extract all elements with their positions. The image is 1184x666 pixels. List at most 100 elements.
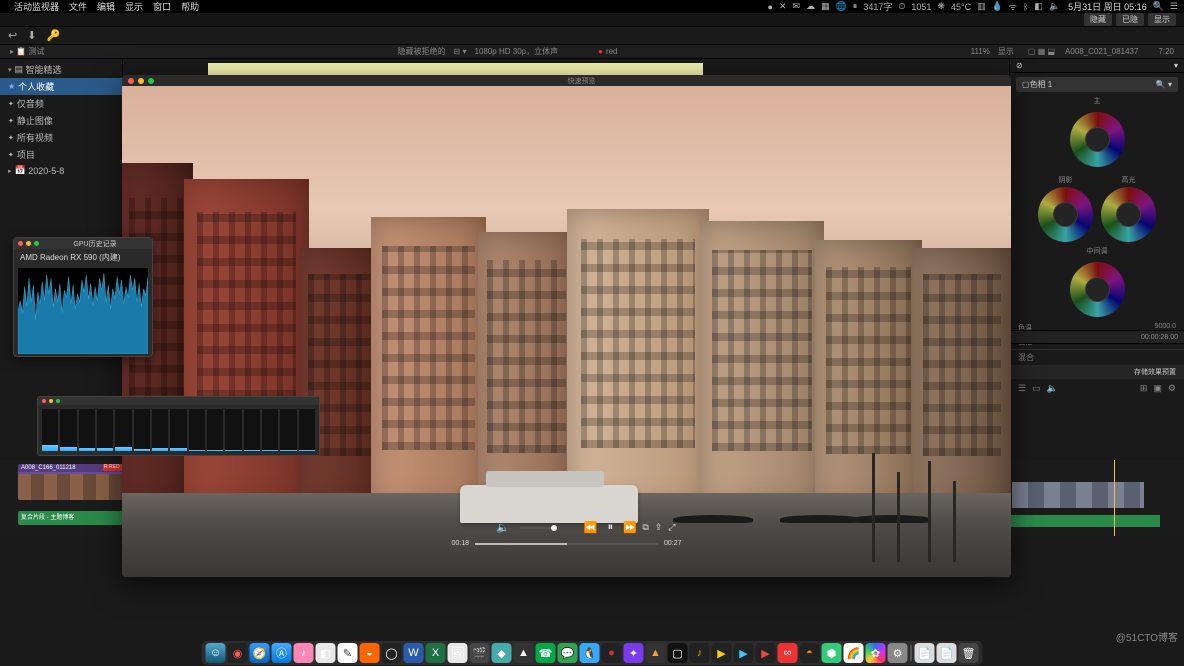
dock-settings[interactable]: ⚙: [888, 643, 908, 663]
dock-app8[interactable]: ✦: [624, 643, 644, 663]
dock-app11[interactable]: ▶: [734, 643, 754, 663]
volume-slider[interactable]: [520, 527, 554, 529]
dock-wechat[interactable]: 💬: [558, 643, 578, 663]
no-effect-icon[interactable]: ⊘: [1016, 61, 1023, 70]
scrubber[interactable]: [475, 543, 658, 545]
save-preset-button[interactable]: 存储效果预置: [1010, 365, 1184, 379]
index-icon[interactable]: ☰: [1018, 383, 1026, 394]
zoom-icon[interactable]: [148, 78, 154, 84]
color-preset-dropdown[interactable]: ▢ 色相 1🔍 ▾: [1016, 77, 1178, 92]
inspector-toggle-icon[interactable]: ▢ ▦ ⬓: [1028, 47, 1055, 56]
drop-icon[interactable]: 💧: [992, 1, 1003, 12]
dock-vlc[interactable]: ▲: [646, 643, 666, 663]
rewind-icon[interactable]: ⏪: [584, 521, 598, 534]
seg-hide[interactable]: 隐藏: [1084, 13, 1112, 26]
dock-fcpx[interactable]: 🎬: [470, 643, 490, 663]
scope-icon[interactable]: ▣: [1153, 383, 1162, 394]
dock-app4[interactable]: ◆: [492, 643, 512, 663]
play-pause-icon[interactable]: ⏸: [608, 521, 614, 534]
dock-excel[interactable]: X: [426, 643, 446, 663]
dock-preview[interactable]: 🖼: [448, 643, 468, 663]
minimize-icon[interactable]: [138, 78, 144, 84]
color-wheel-master[interactable]: [1070, 112, 1125, 167]
fullscreen-icon[interactable]: ⤢: [668, 522, 675, 533]
pip-icon[interactable]: ⧉: [642, 522, 648, 533]
dock-app15[interactable]: ⬢: [822, 643, 842, 663]
sidebar-item-audio[interactable]: ✦仅音频: [0, 95, 122, 112]
forward-icon[interactable]: ⏩: [623, 521, 637, 534]
dock-app9[interactable]: ♪: [690, 643, 710, 663]
seg-show[interactable]: 显示: [1148, 13, 1176, 26]
filter-label[interactable]: 隐藏被拒绝的: [398, 46, 446, 57]
back-icon[interactable]: ↩: [8, 29, 17, 42]
dock-activity[interactable]: ◉: [228, 643, 248, 663]
status-box-icon[interactable]: ▦: [821, 1, 830, 12]
zoom-icon[interactable]: [56, 399, 60, 403]
dock-terminal[interactable]: ▢: [668, 643, 688, 663]
dock-app2[interactable]: ◒: [360, 643, 380, 663]
dock-qq[interactable]: 🐧: [580, 643, 600, 663]
dock-app10[interactable]: ▶: [712, 643, 732, 663]
bluetooth-icon[interactable]: ᛒ: [1023, 2, 1028, 12]
dock-photos[interactable]: ✿: [866, 643, 886, 663]
dock-safari[interactable]: 🧭: [250, 643, 270, 663]
keyword-icon[interactable]: 🔑: [46, 29, 60, 42]
zoom-icon[interactable]: [34, 241, 39, 246]
status-globe-icon[interactable]: 🌐: [836, 1, 847, 12]
control-center-icon[interactable]: ☰: [1170, 1, 1178, 12]
dock-appstore[interactable]: Ⓐ: [272, 643, 292, 663]
minimize-icon[interactable]: [49, 399, 53, 403]
dock-app13[interactable]: ∞: [778, 643, 798, 663]
timeline-audio-clip[interactable]: 复合片段 - 主题博客: [18, 511, 123, 525]
dock-app14[interactable]: ◓: [800, 643, 820, 663]
status-mail-icon[interactable]: ✉: [793, 1, 801, 12]
view-menu[interactable]: 显示: [998, 46, 1014, 57]
menu-view[interactable]: 显示: [125, 0, 143, 13]
dock-app6[interactable]: ☎: [536, 643, 556, 663]
settings-icon[interactable]: ⚙: [1168, 383, 1176, 394]
dock-chrome[interactable]: 🌈: [844, 643, 864, 663]
inspector-menu-icon[interactable]: ▾: [1174, 61, 1178, 70]
dock-music[interactable]: ♪: [294, 643, 314, 663]
minimize-icon[interactable]: [26, 241, 31, 246]
status-cloud-icon[interactable]: ☁: [806, 1, 815, 12]
speaker-icon[interactable]: 🔈: [1047, 383, 1058, 394]
share-icon[interactable]: ⇪: [655, 522, 663, 533]
dock-doc2[interactable]: 📄: [937, 643, 957, 663]
sidebar-item-smart[interactable]: ▾▤ 智能精选: [0, 61, 122, 78]
import-icon[interactable]: ⬇: [27, 29, 36, 42]
display-icon[interactable]: ◧: [1034, 1, 1043, 12]
menu-edit[interactable]: 编辑: [97, 0, 115, 13]
clip-icon[interactable]: ▭: [1032, 383, 1041, 394]
quicklook-window[interactable]: 快速预览 🔈 ⏪ ⏸ ⏩ ⧉ ⇪ ⤢: [122, 75, 1011, 577]
sidebar-item-favorites[interactable]: ★个人收藏: [0, 78, 122, 95]
tool-icon[interactable]: ⊞: [1140, 383, 1148, 394]
mute-icon[interactable]: 🔈: [496, 521, 510, 534]
dock-app12[interactable]: ▶: [756, 643, 776, 663]
close-icon[interactable]: [42, 399, 46, 403]
gpu-history-window[interactable]: GPU历史记录 AMD Radeon RX 590 (内建): [13, 237, 153, 357]
dock-app3[interactable]: ◯: [382, 643, 402, 663]
timeline-audio-right[interactable]: [1009, 515, 1160, 527]
color-wheel-shadows[interactable]: [1038, 187, 1093, 242]
app-name[interactable]: 活动监视器: [14, 0, 59, 13]
timeline-clip-right[interactable]: [1012, 482, 1144, 508]
menu-window[interactable]: 窗口: [153, 0, 171, 13]
zoom-label[interactable]: 111%: [971, 47, 990, 56]
close-icon[interactable]: [18, 241, 23, 246]
search-icon[interactable]: 🔍: [1153, 1, 1164, 12]
dock-doc1[interactable]: 📄: [915, 643, 935, 663]
chart-icon[interactable]: ▥: [977, 1, 986, 12]
dock-trash[interactable]: 🗑: [959, 643, 979, 663]
dock-word[interactable]: W: [404, 643, 424, 663]
audio-meters-window[interactable]: [37, 396, 320, 456]
dock[interactable]: ☺ ◉ 🧭 Ⓐ ♪ ◧ ✎ ◒ ◯ W X 🖼 🎬 ◆ ▲ ☎ 💬 🐧 ● ✦ …: [202, 641, 983, 665]
sidebar-item-video[interactable]: ✦所有视频: [0, 129, 122, 146]
datetime[interactable]: 5月31日 周日 05:16: [1068, 0, 1147, 13]
filter-menu-icon[interactable]: ⊟ ▾: [454, 47, 467, 56]
dock-notes[interactable]: ✎: [338, 643, 358, 663]
close-icon[interactable]: [128, 78, 134, 84]
color-wheel-highlights[interactable]: [1101, 187, 1156, 242]
sidebar-item-stills[interactable]: ✦静止图像: [0, 112, 122, 129]
dock-app1[interactable]: ◧: [316, 643, 336, 663]
